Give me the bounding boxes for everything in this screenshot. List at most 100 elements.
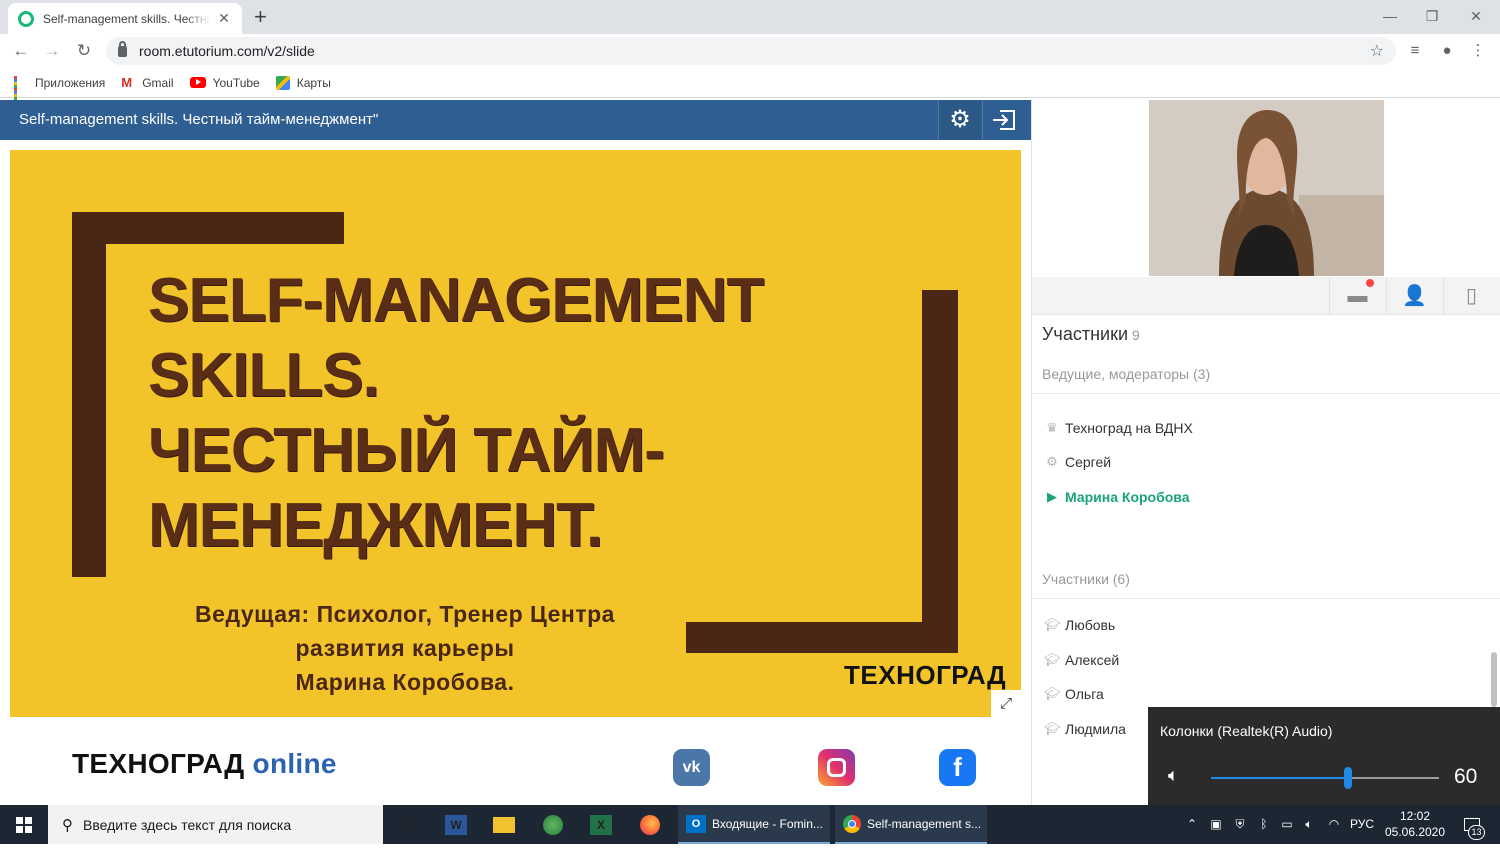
chat-button[interactable]: ▬ [1329, 277, 1385, 315]
slide-subtitle-line: Ведущая: Психолог, Тренер Центра [195, 601, 615, 627]
browser-tab[interactable]: Self-management skills. Честный тайм-мен… [8, 3, 242, 34]
settings-gear-icon[interactable]: ⚙ [938, 100, 981, 140]
participant-host[interactable]: ⚙ Сергей [1044, 454, 1111, 470]
participant-member[interactable]: 🎓︎ Ольга [1044, 686, 1104, 702]
volume-slider-fill [1211, 777, 1348, 779]
bookmark-star-icon[interactable]: ☆ [1370, 41, 1384, 61]
outlook-tray-icon[interactable]: ▣ [1206, 805, 1226, 844]
user-icon: 👤 [1402, 285, 1427, 307]
new-tab-button[interactable]: + [254, 4, 267, 30]
task-view-icon[interactable]: ⧉ [383, 805, 431, 844]
participant-host-active[interactable]: ▶ Марина Коробова [1044, 489, 1190, 505]
audio-device-name[interactable]: Колонки (Realtek(R) Audio) [1160, 723, 1332, 739]
slide-heading-line: SELF-MANAGEMENT [148, 266, 764, 335]
file-explorer-icon[interactable] [480, 805, 528, 844]
volume-slider-thumb[interactable] [1343, 767, 1352, 789]
graduation-cap-icon: 🎓︎ [1044, 686, 1061, 701]
frame-right-bar [922, 290, 958, 653]
slide-heading-line: ЧЕСТНЫЙ ТАЙМ- [148, 416, 665, 485]
menu-kebab-icon[interactable]: ⋮ [1468, 41, 1488, 61]
window-title: Входящие - Fomin... [712, 816, 823, 831]
participant-member[interactable]: 🎓︎ Алексей [1044, 652, 1119, 668]
participant-name: Сергей [1065, 454, 1112, 470]
speaker-icon[interactable]: 🔈︎ [1168, 765, 1179, 786]
maximize-button[interactable]: ❐ [1412, 4, 1452, 28]
vk-icon[interactable]: vk [673, 749, 710, 786]
participant-name: Ольга [1065, 686, 1104, 702]
participant-name: Алексей [1065, 652, 1120, 668]
participant-host[interactable]: ♛ Техноград на ВДНХ [1044, 420, 1193, 436]
bookmark-apps[interactable]: Приложения [14, 75, 105, 103]
tray-chevron-icon[interactable]: ⌃ [1182, 805, 1202, 844]
excel-icon[interactable]: X [577, 805, 625, 844]
gmail-icon: M [121, 74, 133, 90]
profile-icon[interactable]: ● [1437, 41, 1457, 61]
language-indicator[interactable]: РУС [1348, 805, 1376, 844]
word-icon[interactable]: W [432, 805, 480, 844]
participant-name: Людмила [1065, 721, 1126, 737]
taskbar-window-outlook[interactable]: O Входящие - Fomin... [678, 805, 830, 844]
start-button[interactable] [0, 805, 48, 844]
firefox-icon[interactable] [626, 805, 674, 844]
exit-room-button[interactable] [982, 100, 1025, 140]
outlook-icon: O [686, 814, 706, 833]
participants-button[interactable]: 👤 [1386, 277, 1442, 315]
crown-icon: ♛ [1046, 420, 1058, 435]
bookmark-gmail[interactable]: M Gmail [121, 74, 173, 90]
logo-suffix-text: online [252, 748, 337, 779]
technograd-online-logo: ТЕХНОГРАД online [72, 748, 337, 780]
close-tab-icon[interactable]: ✕ [216, 10, 232, 27]
fullscreen-expand-icon[interactable]: ⤢ [991, 690, 1021, 717]
globe-app-icon[interactable] [529, 805, 577, 844]
taskbar-window-chrome[interactable]: Self-management s... [835, 805, 987, 844]
participants-count: 9 [1132, 327, 1140, 343]
presenter-webcam-video [1149, 100, 1384, 276]
wifi-icon[interactable]: ◠ [1324, 805, 1344, 844]
participant-name: Марина Коробова [1065, 489, 1190, 505]
volume-value: 60 [1454, 765, 1478, 788]
search-placeholder: Введите здесь текст для поиска [83, 816, 292, 833]
participants-title: Участники [1042, 324, 1128, 344]
address-bar[interactable]: room.etutorium.com/v2/slide ☆ [106, 37, 1396, 65]
chrome-icon [843, 814, 861, 833]
defender-icon[interactable]: ⛨ [1230, 805, 1250, 844]
webcam-person-image [1149, 100, 1384, 276]
taskbar-search-box[interactable]: ⚲ Введите здесь текст для поиска [48, 805, 383, 844]
bookmark-maps[interactable]: Карты [275, 75, 331, 90]
participant-member[interactable]: 🎓︎ Любовь [1044, 617, 1115, 633]
graduation-cap-icon: 🎓︎ [1044, 721, 1061, 736]
facebook-icon[interactable]: f [939, 749, 976, 786]
notifications-button[interactable]: 13 [1455, 805, 1489, 844]
reload-button[interactable]: ↻ [73, 40, 95, 62]
room-title: Self-management skills. Честный тайм-мен… [19, 111, 379, 128]
participants-scrollbar[interactable] [1491, 652, 1497, 707]
volume-slider[interactable] [1211, 767, 1439, 789]
slide-subtitle-line: развития карьеры [295, 635, 515, 661]
volume-tray-icon[interactable]: 🔈︎ [1299, 805, 1319, 844]
graduation-cap-icon: 🎓︎ [1044, 652, 1061, 667]
youtube-icon [189, 77, 206, 88]
graduation-cap-icon: 🎓︎ [1044, 617, 1061, 632]
files-button[interactable]: ▯ [1443, 277, 1499, 315]
frame-left-bar [72, 212, 106, 577]
instagram-icon[interactable] [818, 749, 855, 786]
bookmark-youtube[interactable]: YouTube [189, 76, 260, 90]
media-control-icon[interactable]: ≡ [1405, 41, 1425, 61]
play-icon: ▶ [1047, 489, 1057, 504]
back-button[interactable]: ← [10, 40, 32, 62]
taskbar-clock[interactable]: 12:02 05.06.2020 [1381, 808, 1449, 840]
hosts-group-header: Ведущие, модераторы (3) [1042, 366, 1211, 382]
battery-icon[interactable]: ▭ [1276, 805, 1298, 844]
frame-top-bar [72, 212, 344, 244]
tab-title: Self-management skills. Честный тайм-мен… [43, 11, 210, 26]
forward-button[interactable]: → [41, 40, 63, 62]
bluetooth-icon[interactable]: ᛒ [1254, 805, 1274, 844]
close-window-button[interactable]: ✕ [1456, 4, 1496, 28]
minimize-button[interactable]: — [1370, 4, 1410, 28]
participant-member[interactable]: 🎓︎ Людмила [1044, 721, 1126, 737]
browser-toolbar: ← → ↻ room.etutorium.com/v2/slide ☆ ≡ ● … [0, 34, 1500, 68]
members-group-header: Участники (6) [1042, 571, 1130, 587]
slide-heading-line: МЕНЕДЖМЕНТ. [148, 491, 603, 560]
site-favicon-icon [18, 10, 34, 27]
slide-subtitle-line: Марина Коробова. [295, 669, 515, 695]
